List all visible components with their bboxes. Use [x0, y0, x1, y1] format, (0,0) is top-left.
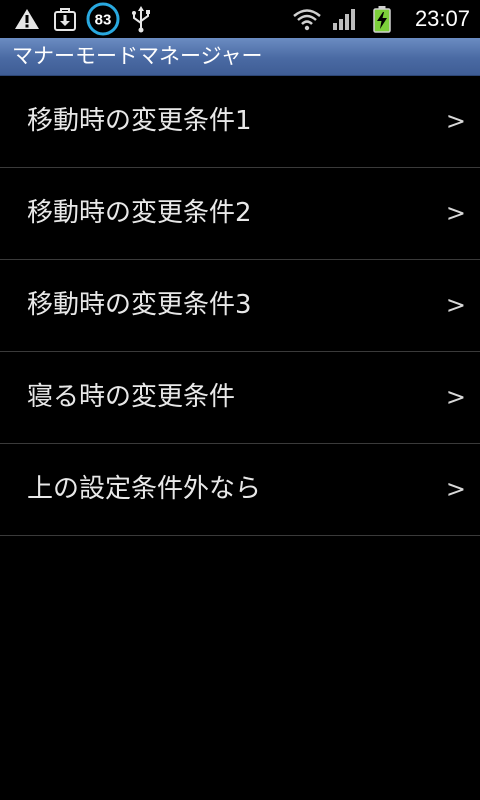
list-item-movement-condition-2[interactable]: 移動時の変更条件2 >: [0, 168, 480, 260]
warning-icon: [12, 0, 42, 38]
list-item-label: 上の設定条件外なら: [27, 474, 262, 504]
list-item-movement-condition-3[interactable]: 移動時の変更条件3 >: [0, 260, 480, 352]
battery-charging-icon: [370, 0, 394, 38]
chevron-right-icon: >: [445, 291, 466, 319]
list-item-label: 移動時の変更条件1: [27, 106, 252, 136]
battery-level-badge: 83: [95, 12, 112, 29]
list-item-label: 寝る時の変更条件: [27, 382, 236, 412]
usb-icon: [128, 0, 154, 38]
chevron-right-icon: >: [445, 199, 466, 227]
app-title-bar: マナーモードマネージャー: [0, 38, 480, 76]
list-item-otherwise-condition[interactable]: 上の設定条件外なら >: [0, 444, 480, 536]
list-item-label: 移動時の変更条件2: [27, 198, 252, 228]
signal-icon: [330, 0, 360, 38]
chevron-right-icon: >: [445, 383, 466, 411]
chevron-right-icon: >: [445, 475, 466, 503]
list-item-movement-condition-1[interactable]: 移動時の変更条件1 >: [0, 76, 480, 168]
wifi-icon: [290, 0, 324, 38]
page-title: マナーモードマネージャー: [12, 44, 263, 68]
list-item-sleep-condition[interactable]: 寝る時の変更条件 >: [0, 352, 480, 444]
status-bar: 83 23:07: [0, 0, 480, 38]
clock-time: 23:07: [414, 6, 470, 31]
settings-list: 移動時の変更条件1 > 移動時の変更条件2 > 移動時の変更条件3 > 寝る時の…: [0, 76, 480, 536]
download-icon: [50, 0, 80, 38]
battery-circle-icon: 83: [84, 0, 122, 38]
chevron-right-icon: >: [445, 107, 466, 135]
list-item-label: 移動時の変更条件3: [27, 290, 252, 320]
